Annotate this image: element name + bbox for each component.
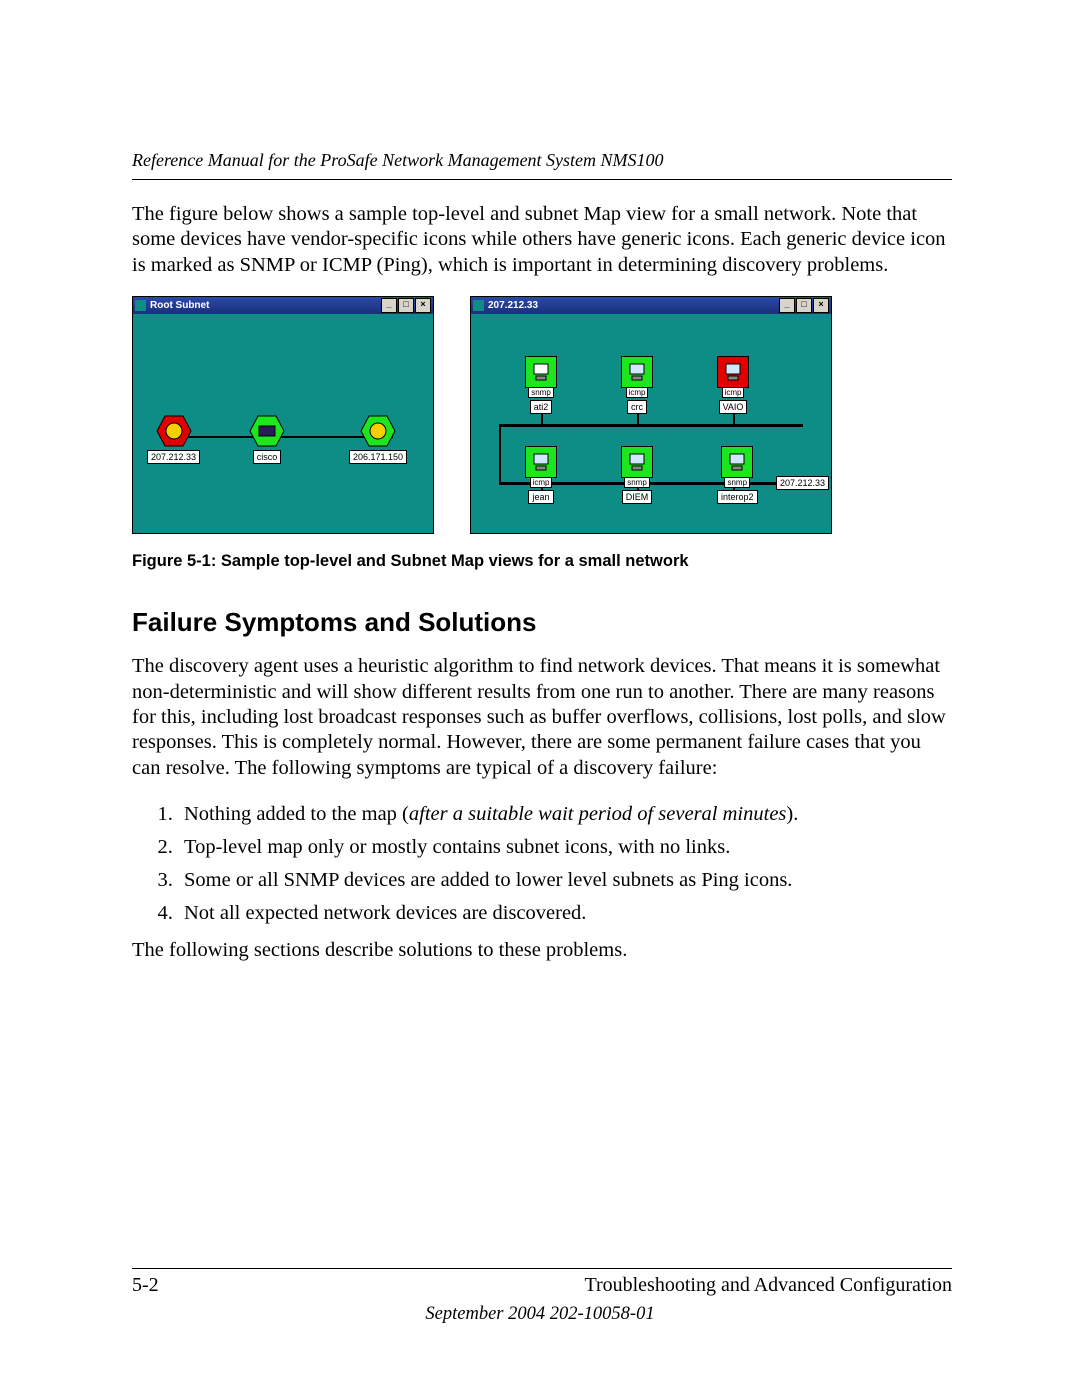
running-header: Reference Manual for the ProSafe Network…	[132, 150, 952, 171]
device-icon	[721, 446, 753, 478]
intro-paragraph: The figure below shows a sample top-leve…	[132, 202, 952, 278]
map-area-left: 207.212.33 cisco 206.171.150	[133, 314, 433, 533]
root-subnet-window: Root Subnet _ □ × 207.212.33	[132, 296, 434, 534]
device-name: jean	[528, 490, 553, 504]
device-icon	[621, 356, 653, 388]
window-title: Root Subnet	[150, 300, 209, 311]
section-paragraph: The discovery agent uses a heuristic alg…	[132, 654, 952, 781]
protocol-tag: snmp	[724, 477, 750, 488]
subnet-node[interactable]: 206.171.150	[349, 414, 407, 464]
header-rule	[132, 179, 952, 180]
minimize-button[interactable]: _	[381, 298, 397, 313]
protocol-tag: icmp	[530, 477, 553, 488]
footer-rule	[132, 1268, 952, 1269]
titlebar-left: Root Subnet _ □ ×	[133, 297, 433, 314]
router-node[interactable]: cisco	[248, 414, 286, 464]
device-icon	[621, 446, 653, 478]
maximize-button[interactable]: □	[796, 298, 812, 313]
chapter-name: Troubleshooting and Advanced Configurati…	[584, 1274, 952, 1297]
close-button[interactable]: ×	[415, 298, 431, 313]
figure-row: Root Subnet _ □ × 207.212.33	[132, 296, 952, 534]
hexagon-icon	[248, 414, 286, 448]
footer-date: September 2004 202-10058-01	[0, 1304, 1080, 1325]
list-item: Top-level map only or mostly contains su…	[178, 832, 952, 863]
device-node[interactable]: icmp crc	[621, 356, 653, 414]
list-text: ).	[786, 803, 798, 825]
device-name: ati2	[530, 400, 553, 414]
app-icon	[135, 300, 146, 311]
minimize-button[interactable]: _	[779, 298, 795, 313]
node-label: 207.212.33	[147, 450, 200, 464]
app-icon	[473, 300, 484, 311]
device-node[interactable]: icmp jean	[525, 446, 557, 504]
map-area-right: snmp ati2 icmp crc icmp VAIO icmp	[471, 314, 831, 533]
side-subnet-label: 207.212.33	[776, 476, 829, 490]
figure-caption: Figure 5-1: Sample top-level and Subnet …	[132, 552, 952, 571]
page-number: 5-2	[132, 1274, 159, 1297]
device-icon	[717, 356, 749, 388]
hexagon-icon	[359, 414, 397, 448]
device-node[interactable]: snmp interop2	[717, 446, 758, 504]
footer-row: 5-2 Troubleshooting and Advanced Configu…	[132, 1274, 952, 1297]
network-bus	[499, 424, 803, 427]
protocol-tag: snmp	[528, 387, 554, 398]
device-name: DIEM	[622, 490, 653, 504]
close-button[interactable]: ×	[813, 298, 829, 313]
window-title: 207.212.33	[488, 300, 538, 311]
node-label: cisco	[253, 450, 282, 464]
titlebar-right: 207.212.33 _ □ ×	[471, 297, 831, 314]
list-item: Nothing added to the map (after a suitab…	[178, 799, 952, 830]
maximize-button[interactable]: □	[398, 298, 414, 313]
closing-paragraph: The following sections describe solution…	[132, 938, 952, 963]
section-heading: Failure Symptoms and Solutions	[132, 607, 952, 638]
protocol-tag: snmp	[624, 477, 650, 488]
list-text: Nothing added to the map (	[184, 803, 409, 825]
subnet-detail-window: 207.212.33 _ □ ×	[470, 296, 832, 534]
symptom-list: Nothing added to the map (after a suitab…	[132, 799, 952, 928]
hexagon-icon	[155, 414, 193, 448]
device-node[interactable]: snmp ati2	[525, 356, 557, 414]
list-item: Not all expected network devices are dis…	[178, 898, 952, 929]
device-name: VAIO	[719, 400, 748, 414]
device-node[interactable]: icmp VAIO	[717, 356, 749, 414]
device-name: interop2	[717, 490, 758, 504]
list-item: Some or all SNMP devices are added to lo…	[178, 865, 952, 896]
device-icon	[525, 356, 557, 388]
device-name: crc	[627, 400, 647, 414]
protocol-tag: icmp	[722, 387, 745, 398]
protocol-tag: icmp	[626, 387, 649, 398]
list-text-italic: after a suitable wait period of several …	[409, 803, 787, 825]
device-icon	[525, 446, 557, 478]
node-label: 206.171.150	[349, 450, 407, 464]
subnet-node[interactable]: 207.212.33	[147, 414, 200, 464]
bus-drop	[499, 424, 501, 484]
device-node[interactable]: snmp DIEM	[621, 446, 653, 504]
